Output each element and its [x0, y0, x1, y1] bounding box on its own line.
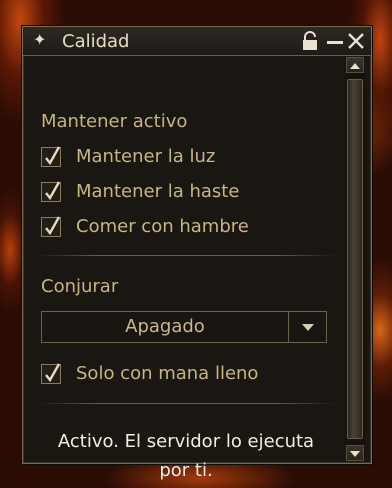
status-message: Activo. El servidor lo ejecuta por ti. [57, 431, 315, 481]
eat-when-hungry-label: Comer con hambre [76, 216, 249, 237]
close-icon[interactable] [347, 31, 365, 51]
keep-light-label: Mantener la luz [76, 146, 216, 167]
keep-haste-label: Mantener la haste [76, 181, 240, 202]
eat-when-hungry-option[interactable]: Comer con hambre [41, 216, 249, 238]
full-mana-label: Solo con mana lleno [76, 363, 259, 384]
window-title: Calidad [62, 31, 130, 52]
lock-icon[interactable] [301, 31, 319, 51]
scroll-up-button[interactable] [346, 57, 364, 73]
divider [37, 403, 337, 404]
content-panel: Mantener activo Mantener la luz Mantener… [23, 57, 345, 481]
chevron-down-icon [350, 451, 360, 457]
star-icon: ✦ [33, 30, 47, 49]
dropdown-selected-value: Apagado [125, 316, 205, 337]
chevron-down-icon[interactable] [288, 312, 326, 342]
conjure-heading: Conjurar [41, 276, 119, 297]
minimize-icon[interactable] [326, 31, 344, 51]
checkmark-icon [45, 181, 61, 201]
divider [37, 255, 337, 256]
scroll-down-button[interactable] [346, 445, 364, 461]
checkmark-icon [45, 146, 61, 166]
checkbox-full-mana[interactable] [41, 363, 61, 384]
checkmark-icon [45, 363, 61, 383]
chevron-up-icon [350, 63, 360, 69]
checkmark-icon [45, 216, 61, 236]
checkbox-keep-haste[interactable] [41, 181, 61, 202]
checkbox-eat-when-hungry[interactable] [41, 216, 61, 237]
checkbox-keep-light[interactable] [41, 146, 61, 167]
title-bar[interactable]: ✦ Calidad [23, 27, 371, 56]
keep-haste-option[interactable]: Mantener la haste [41, 181, 239, 203]
full-mana-option[interactable]: Solo con mana lleno [41, 363, 258, 385]
scrollbar[interactable] [345, 57, 365, 461]
keep-light-option[interactable]: Mantener la luz [41, 146, 215, 168]
quality-window: ✦ Calidad Mantener activo Mantener la lu… [22, 26, 372, 481]
conjure-dropdown[interactable]: Apagado [41, 311, 327, 343]
scroll-thumb[interactable] [347, 79, 363, 439]
keep-active-heading: Mantener activo [41, 111, 188, 132]
